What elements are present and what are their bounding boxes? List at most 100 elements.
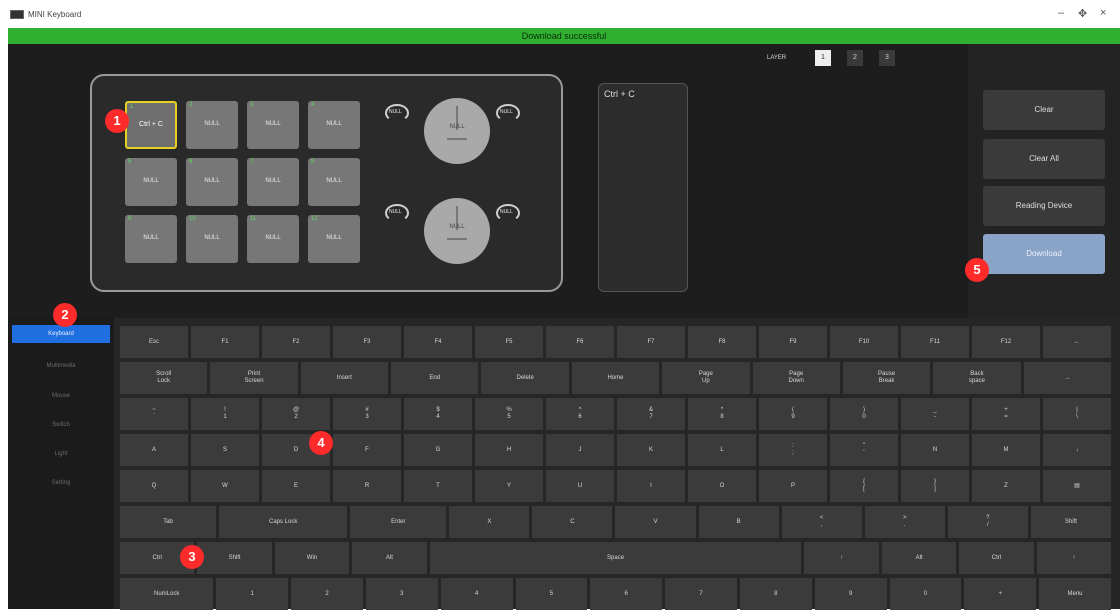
keyboard-key[interactable]: U xyxy=(546,470,614,502)
keyboard-key[interactable]: A xyxy=(120,434,188,466)
keyboard-key[interactable]: N xyxy=(901,434,969,466)
knob-2[interactable]: NULL xyxy=(424,198,490,264)
keyboard-key[interactable]: 2 xyxy=(291,578,363,610)
keyboard-key[interactable]: Insert xyxy=(300,362,389,394)
sidebar-item-setting[interactable]: Setting xyxy=(12,474,110,492)
keyboard-key[interactable]: W xyxy=(191,470,259,502)
keyboard-key[interactable]: % 5 xyxy=(475,398,543,430)
keyboard-key[interactable]: ^ 6 xyxy=(546,398,614,430)
keyboard-key[interactable]: F10 xyxy=(830,326,898,358)
keyboard-key[interactable]: ( 9 xyxy=(759,398,827,430)
keyboard-key[interactable]: ! 1 xyxy=(191,398,259,430)
keyboard-key[interactable]: 3 xyxy=(365,578,438,610)
knob-1[interactable]: NULL xyxy=(424,98,490,164)
keyboard-key[interactable]: F12 xyxy=(972,326,1040,358)
close-icon[interactable]: × xyxy=(1100,7,1106,19)
layer-2-button[interactable]: 2 xyxy=(847,50,863,66)
keyboard-key[interactable]: Shift xyxy=(1030,506,1111,538)
keyboard-key[interactable]: F5 xyxy=(475,326,543,358)
keyboard-key[interactable]: ↓ xyxy=(1043,434,1111,466)
sidebar-item-light[interactable]: Light xyxy=(12,445,110,463)
keyboard-key[interactable]: F xyxy=(333,434,401,466)
keyboard-key[interactable]: → xyxy=(1023,362,1111,394)
keyboard-key[interactable]: F8 xyxy=(688,326,756,358)
keyboard-key[interactable]: 7 xyxy=(665,578,737,610)
keyboard-key[interactable]: Print Screen xyxy=(210,362,298,394)
keyboard-key[interactable]: Y xyxy=(475,470,543,502)
keyboard-key[interactable]: O xyxy=(688,470,756,502)
keyboard-key[interactable]: X xyxy=(449,506,530,538)
keyboard-key[interactable]: ← xyxy=(1043,326,1111,358)
keyboard-key[interactable]: Esc xyxy=(120,326,188,358)
keyboard-key[interactable]: Pause Break xyxy=(842,362,931,394)
knob-2-right-rotate-icon[interactable]: NULL xyxy=(496,204,520,222)
keyboard-key[interactable]: Alt xyxy=(881,542,957,574)
keyboard-key[interactable]: _ - xyxy=(901,398,969,430)
keyboard-key[interactable]: Back space xyxy=(933,362,1021,394)
keyboard-key[interactable]: ↑ xyxy=(804,542,879,574)
reading-device-button[interactable]: Reading Device xyxy=(983,186,1105,226)
keyboard-key[interactable]: F3 xyxy=(333,326,401,358)
keyboard-key[interactable]: I xyxy=(617,470,685,502)
keyboard-key[interactable]: 0 xyxy=(889,578,962,610)
keyboard-key[interactable]: 6 xyxy=(590,578,663,610)
keyboard-key[interactable]: F6 xyxy=(546,326,614,358)
keyboard-key[interactable]: 9 xyxy=(814,578,887,610)
keyboard-key[interactable]: Win xyxy=(274,542,350,574)
keyboard-key[interactable]: H xyxy=(475,434,543,466)
keyboard-key[interactable]: E xyxy=(262,470,330,502)
device-key-11[interactable]: 11 NULL xyxy=(247,215,299,263)
layer-1-button[interactable]: 1 xyxy=(815,50,831,66)
keyboard-key[interactable]: V xyxy=(615,506,696,538)
keyboard-key[interactable]: { [ xyxy=(830,470,898,502)
keyboard-key[interactable]: ? / xyxy=(947,506,1028,538)
keyboard-key[interactable]: Scroll Lock xyxy=(120,362,208,394)
device-key-9[interactable]: 9 NULL xyxy=(125,215,177,263)
keyboard-key[interactable]: NumLock xyxy=(120,578,214,610)
keyboard-key[interactable]: Space xyxy=(429,542,802,574)
keyboard-key[interactable]: " ' xyxy=(830,434,898,466)
keyboard-key[interactable]: & 7 xyxy=(617,398,685,430)
keyboard-key[interactable]: ) 0 xyxy=(830,398,898,430)
sidebar-item-switch[interactable]: Switch xyxy=(12,416,110,434)
keyboard-key[interactable]: S xyxy=(191,434,259,466)
keyboard-key[interactable]: # 3 xyxy=(333,398,401,430)
device-key-8[interactable]: 8 NULL xyxy=(308,158,360,206)
keyboard-key[interactable]: Caps Lock xyxy=(219,506,348,538)
keyboard-key[interactable]: > . xyxy=(864,506,945,538)
knob-1-left-rotate-icon[interactable]: NULL xyxy=(385,104,409,122)
keyboard-key[interactable]: } ] xyxy=(901,470,969,502)
keyboard-key[interactable]: F9 xyxy=(759,326,827,358)
keyboard-key[interactable]: J xyxy=(546,434,614,466)
download-button[interactable]: Download xyxy=(983,234,1105,274)
keyboard-key[interactable]: * 8 xyxy=(688,398,756,430)
keyboard-key[interactable]: : ; xyxy=(759,434,827,466)
keyboard-key[interactable]: < , xyxy=(781,506,862,538)
keyboard-key[interactable]: $ 4 xyxy=(404,398,472,430)
device-key-10[interactable]: 10 NULL xyxy=(186,215,238,263)
keyboard-key[interactable]: C xyxy=(532,506,613,538)
keyboard-key[interactable]: T xyxy=(404,470,472,502)
layer-3-button[interactable]: 3 xyxy=(879,50,895,66)
keyboard-key[interactable]: Tab xyxy=(120,506,217,538)
clear-all-button[interactable]: Clear All xyxy=(983,139,1105,179)
keyboard-key[interactable]: Q xyxy=(120,470,188,502)
knob-1-right-rotate-icon[interactable]: NULL xyxy=(496,104,520,122)
keyboard-key[interactable]: Z xyxy=(972,470,1040,502)
keyboard-key[interactable]: F1 xyxy=(191,326,259,358)
keyboard-key[interactable]: B xyxy=(698,506,779,538)
keyboard-key[interactable]: ▤ xyxy=(1043,470,1111,502)
minimize-icon[interactable]: – xyxy=(1058,7,1064,19)
keyboard-key[interactable]: Enter xyxy=(350,506,447,538)
keyboard-key[interactable]: @ 2 xyxy=(262,398,330,430)
device-key-2[interactable]: 2 NULL xyxy=(186,101,238,149)
keyboard-key[interactable]: | \ xyxy=(1043,398,1111,430)
keyboard-key[interactable]: 5 xyxy=(515,578,588,610)
clear-button[interactable]: Clear xyxy=(983,90,1105,130)
keyboard-key[interactable]: Shift xyxy=(197,542,272,574)
keyboard-key[interactable]: G xyxy=(404,434,472,466)
keyboard-key[interactable]: ~ ` xyxy=(120,398,188,430)
keyboard-key[interactable]: Page Up xyxy=(662,362,750,394)
keyboard-key[interactable]: End xyxy=(391,362,479,394)
device-key-12[interactable]: 12 NULL xyxy=(308,215,360,263)
